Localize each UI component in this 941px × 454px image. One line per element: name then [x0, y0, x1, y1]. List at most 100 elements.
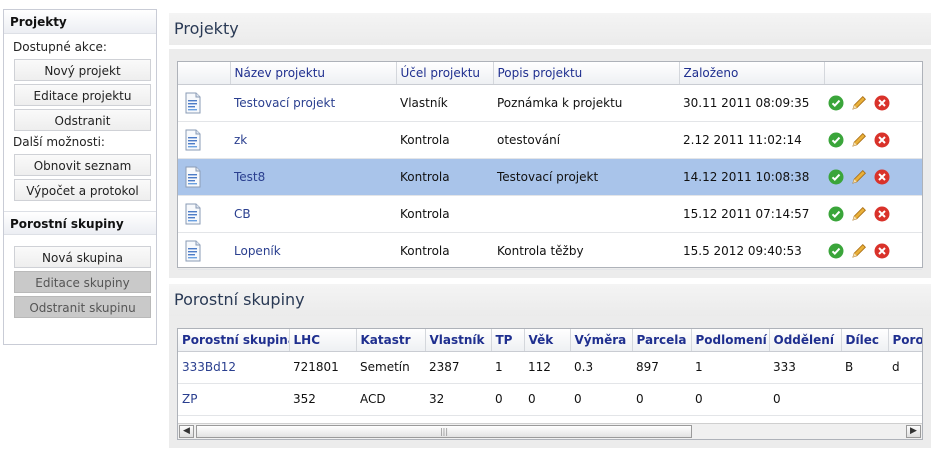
groups-column-header[interactable]: Věk — [524, 329, 571, 352]
sidebar-section-projects-title: Projekty — [4, 10, 156, 34]
pencil-icon[interactable] — [851, 132, 867, 148]
horizontal-scrollbar[interactable]: ◀ ||| ▶ — [178, 423, 922, 439]
groups-panel-title: Porostní skupiny — [169, 284, 931, 316]
more-options-label: Další možnosti: — [13, 135, 105, 149]
project-description-cell: Testovací projekt — [493, 158, 679, 196]
col-project-name[interactable]: Název projektu — [230, 62, 397, 85]
group-cell: ACD — [356, 383, 425, 416]
group-cell: 32 — [425, 383, 491, 416]
project-row[interactable]: Lopeník Kontrola Kontrola těžby 15.5 2012 0… — [178, 232, 922, 270]
project-name-cell[interactable]: Lopeník — [230, 232, 396, 270]
document-icon — [178, 84, 230, 122]
available-actions-label: Dostupné akce: — [13, 40, 107, 54]
col-icon — [178, 62, 231, 85]
groups-column-header[interactable]: Podlomení — [691, 329, 770, 352]
sidebar-section-groups-title: Porostní skupiny — [4, 211, 156, 235]
projects-grid: Název projektu Účel projektu Popis proje… — [177, 61, 923, 270]
groups-column-header[interactable]: LHC — [289, 329, 357, 352]
projects-panel-title: Projekty — [169, 13, 931, 45]
groups-column-header[interactable]: Výměra — [570, 329, 633, 352]
delete-icon[interactable] — [874, 169, 890, 185]
group-row[interactable]: ZP 352 ACD 32 0 0 0 0 0 0 — [178, 383, 922, 416]
project-description-cell: Poznámka k projektu — [493, 84, 679, 122]
group-name-cell[interactable]: ZP — [178, 383, 289, 416]
document-icon — [178, 232, 230, 270]
document-icon — [178, 195, 230, 233]
group-cell — [841, 383, 888, 416]
remove-project-button[interactable]: Odstranit — [14, 109, 151, 131]
group-cell: 0 — [570, 383, 632, 416]
document-icon — [178, 121, 230, 159]
projects-panel: Název projektu Účel projektu Popis proje… — [169, 49, 931, 278]
groups-column-header[interactable]: Vlastník — [425, 329, 492, 352]
project-actions-cell — [824, 232, 922, 270]
groups-column-header[interactable]: Porost — [888, 329, 922, 352]
new-project-button[interactable]: Nový projekt — [14, 59, 151, 81]
project-actions-cell — [824, 195, 922, 233]
project-row[interactable]: zk Kontrola otestování 2.12 2011 11:02:14 — [178, 121, 922, 159]
new-group-button[interactable]: Nová skupina — [14, 246, 151, 268]
project-name-cell[interactable]: Test8 — [230, 158, 396, 196]
groups-column-header[interactable]: Oddělení — [769, 329, 842, 352]
project-actions-cell — [824, 84, 922, 122]
sidebar: Projekty Dostupné akce: Nový projekt Edi… — [3, 9, 157, 345]
project-name-cell[interactable]: Testovací projekt — [230, 84, 396, 122]
delete-icon[interactable] — [874, 95, 890, 111]
groups-panel: Porostní skupina LHC Katastr Vlastník TP Věk V… — [169, 316, 931, 448]
scroll-left-arrow-icon[interactable]: ◀ — [179, 425, 194, 438]
edit-group-button[interactable]: Editace skupiny — [14, 271, 151, 293]
delete-icon[interactable] — [874, 243, 890, 259]
group-cell: 2387 — [425, 351, 491, 384]
pencil-icon[interactable] — [851, 243, 867, 259]
project-row[interactable]: CB Kontrola 15.12 2011 07:14:57 — [178, 195, 922, 233]
groups-column-header[interactable]: TP — [491, 329, 525, 352]
col-project-created[interactable]: Založeno — [679, 62, 825, 85]
remove-group-button[interactable]: Odstranit skupinu — [14, 296, 151, 318]
project-name-cell[interactable]: CB — [230, 195, 396, 233]
group-cell: 721801 — [289, 351, 356, 384]
check-icon[interactable] — [828, 243, 844, 259]
project-created-cell: 30.11 2011 08:09:35 — [679, 84, 824, 122]
check-icon[interactable] — [828, 206, 844, 222]
group-cell: 897 — [632, 351, 691, 384]
check-icon[interactable] — [828, 95, 844, 111]
project-created-cell: 14.12 2011 10:08:38 — [679, 158, 824, 196]
group-cell: 112 — [524, 351, 570, 384]
group-row[interactable]: 333Bd12 721801 Semetín 2387 1 112 0.3 897 1 333 Bd — [178, 351, 922, 384]
groups-column-header[interactable]: Parcela — [632, 329, 692, 352]
pencil-icon[interactable] — [851, 169, 867, 185]
project-row[interactable]: Testovací projekt Vlastník Poznámka k proj… — [178, 84, 922, 122]
edit-project-button[interactable]: Editace projektu — [14, 84, 151, 106]
project-name-cell[interactable]: zk — [230, 121, 396, 159]
project-purpose-cell: Kontrola — [396, 158, 493, 196]
group-name-cell[interactable]: 333Bd12 — [178, 351, 289, 384]
project-description-cell — [493, 195, 679, 233]
scroll-right-arrow-icon[interactable]: ▶ — [906, 425, 921, 438]
group-cell: 0.3 — [570, 351, 632, 384]
check-icon[interactable] — [828, 132, 844, 148]
col-project-description[interactable]: Popis projektu — [493, 62, 680, 85]
scroll-thumb[interactable]: ||| — [196, 425, 692, 438]
groups-grid: Porostní skupina LHC Katastr Vlastník TP Věk V… — [177, 328, 923, 440]
project-row[interactable]: Test8 Kontrola Testovací projekt 14.12 2011… — [178, 158, 922, 196]
groups-column-header[interactable]: Porostní skupina — [178, 329, 290, 352]
pencil-icon[interactable] — [851, 95, 867, 111]
col-project-purpose[interactable]: Účel projektu — [396, 62, 494, 85]
groups-column-header[interactable]: Katastr — [356, 329, 426, 352]
delete-icon[interactable] — [874, 132, 890, 148]
project-description-cell: otestování — [493, 121, 679, 159]
pencil-icon[interactable] — [851, 206, 867, 222]
groups-column-header[interactable]: Dílec — [841, 329, 889, 352]
groups-table: Porostní skupina LHC Katastr Vlastník TP Věk V… — [178, 329, 922, 416]
delete-icon[interactable] — [874, 206, 890, 222]
group-cell: 1 — [691, 351, 769, 384]
groups-header-row: Porostní skupina LHC Katastr Vlastník TP Věk V… — [178, 329, 922, 352]
project-purpose-cell: Kontrola — [396, 195, 493, 233]
calc-protocol-button[interactable]: Výpočet a protokol — [14, 179, 151, 201]
project-purpose-cell: Kontrola — [396, 121, 493, 159]
refresh-list-button[interactable]: Obnovit seznam — [14, 154, 151, 176]
projects-table: Název projektu Účel projektu Popis proje… — [178, 62, 922, 270]
group-cell: B — [841, 351, 888, 384]
project-created-cell: 2.12 2011 11:02:14 — [679, 121, 824, 159]
check-icon[interactable] — [828, 169, 844, 185]
